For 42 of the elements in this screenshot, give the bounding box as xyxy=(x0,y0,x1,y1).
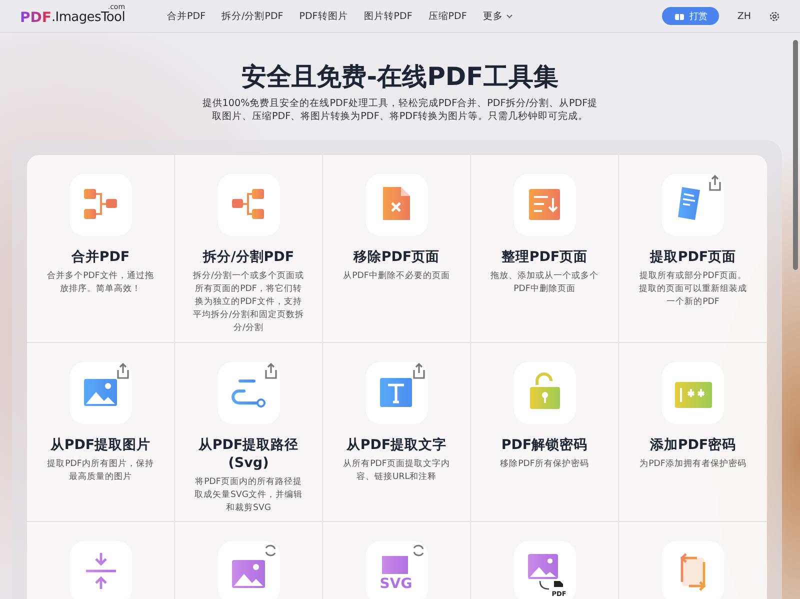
tool-description: 移除PDF所有保护密码 xyxy=(500,458,589,471)
tool-card[interactable]: 移除PDF页面 从PDF中删除不必要的页面 xyxy=(323,155,471,343)
tool-card[interactable]: 拆分/分割PDF 拆分/分割一个或多个页面或所有页面的PDF，将它们转换为独立的PDF文件，支持平均拆分/分割和固定页数拆分/分割 xyxy=(175,155,323,343)
tool-description: 提取PDF内所有图片，保持最高质量的图片 xyxy=(46,458,155,484)
tool-description: 拆分/分割一个或多个页面或所有页面的PDF，将它们转换为独立的PDF文件，支持平均拆分/分割和固定页数拆分/分割 xyxy=(192,270,304,335)
tool-card[interactable]: 合并PDF 合并多个PDF文件，通过拖放排序。简单高效！ xyxy=(27,155,175,343)
tool-card[interactable]: 提取PDF页面 提取所有或部分PDF页面。提取的页面可以重新组装成一个新的PDF xyxy=(619,155,767,343)
tool-description: 提取所有或部分PDF页面。提取的页面可以重新组装成一个新的PDF xyxy=(638,270,748,309)
nav-link[interactable]: 合并PDF xyxy=(159,6,214,26)
language-menu[interactable]: ZH xyxy=(733,6,755,26)
tool-card[interactable]: PDF解锁密码 移除PDF所有保护密码 xyxy=(471,343,619,522)
scrollbar[interactable] xyxy=(793,40,798,270)
nav-link[interactable]: 图片转PDF xyxy=(356,6,420,26)
nav-link[interactable]: 压缩PDF xyxy=(420,6,475,26)
tool-title: 提取PDF页面 xyxy=(650,248,736,266)
tool-description: 从PDF中删除不必要的页面 xyxy=(343,270,450,283)
tool-card[interactable]: 从PDF提取图片 提取PDF内所有图片，保持最高质量的图片 xyxy=(27,343,175,522)
tool-card[interactable]: 添加PDF密码 为PDF添加拥有者保护密码 xyxy=(619,343,767,522)
tool-card[interactable]: 整理PDF页面 拖放、添加或从一个或多个PDF中删除页面 xyxy=(471,155,619,343)
tool-title: 从PDF提取图片 xyxy=(50,436,151,454)
tool-description: 拖放、添加或从一个或多个PDF中删除页面 xyxy=(490,270,600,296)
more-menu[interactable]: 更多 xyxy=(474,6,521,26)
settings-icon[interactable] xyxy=(769,10,780,22)
tool-title: PDF解锁密码 xyxy=(501,436,588,454)
tool-description: 合并多个PDF文件，通过拖放排序。简单高效！ xyxy=(46,270,155,296)
tool-title: 拆分/分割PDF xyxy=(202,248,294,266)
tool-description: 从所有PDF页面提取文字内容、链接URL和注释 xyxy=(342,458,451,484)
tool-title: 移除PDF页面 xyxy=(353,248,440,266)
tool-title: 添加PDF密码 xyxy=(650,436,736,454)
tool-card[interactable]: 从PDF提取路径(Svg) 将PDF页面内的所有路径提取成矢量SVG文件，并编辑和裁剪SVG xyxy=(175,343,323,522)
tool-title: 整理PDF页面 xyxy=(501,248,588,266)
tool-card[interactable]: 从PDF提取文字 从所有PDF页面提取文字内容、链接URL和注释 xyxy=(323,343,471,522)
nav-link[interactable]: 拆分/分割PDF xyxy=(214,6,292,26)
tool-description: 将PDF页面内的所有路径提取成矢量SVG文件，并编辑和裁剪SVG xyxy=(194,476,304,515)
nav-link[interactable]: PDF转图片 xyxy=(291,6,356,26)
tool-description: 为PDF添加拥有者保护密码 xyxy=(640,458,746,471)
page-title: 安全且免费-在线PDF工具集 xyxy=(242,61,558,93)
page-subtitle: 提供100%免费且安全的在线PDF处理工具，轻松完成PDF合并、PDF拆分/分割、从PDF提取图片、压缩PDF、将图片转换为PDF、将PDF转换为图片等。只需几秒钟即可完成。 xyxy=(201,97,599,123)
donate-button[interactable]: 打赏 xyxy=(662,7,720,25)
tool-title: 从PDF提取路径(Svg) xyxy=(197,436,300,472)
tool-title: 从PDF提取文字 xyxy=(346,436,447,454)
tool-title: 合并PDF xyxy=(71,248,130,266)
